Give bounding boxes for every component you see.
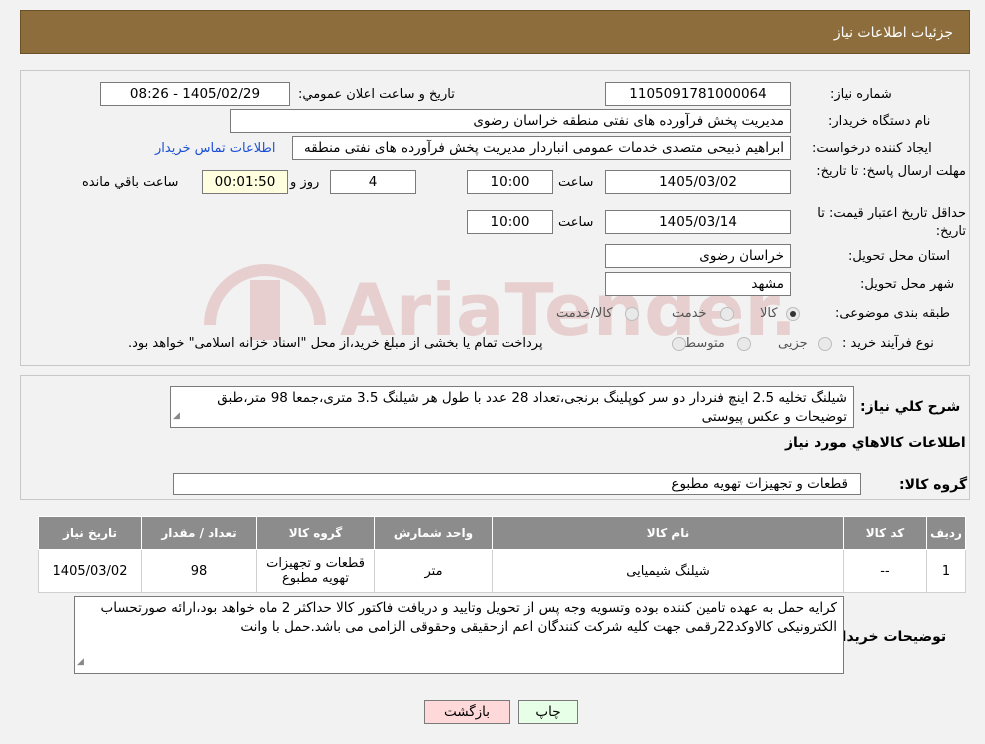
col-row: رديف [926, 516, 966, 550]
description-text: شیلنگ تخلیه 2.5 اینچ فنردار دو سر کوپلین… [217, 390, 847, 425]
group-field: قطعات و تجهیزات تهویه مطبوع [173, 473, 861, 495]
validity-time-label: ساعت [558, 215, 594, 230]
back-button[interactable]: بازگشت [424, 700, 510, 724]
category-option-service: خدمت [672, 306, 707, 321]
process-radio-treasury[interactable] [672, 337, 686, 351]
col-date: تاريخ نياز [38, 516, 142, 550]
cell-group: قطعات و تجهیزات تهویه مطبوع [256, 549, 375, 593]
description-textarea[interactable]: شیلنگ تخلیه 2.5 اینچ فنردار دو سر کوپلین… [170, 386, 854, 428]
process-option-minor: جزیی [778, 336, 808, 351]
category-radio-goods[interactable] [786, 307, 800, 321]
cell-unit: متر [374, 549, 493, 593]
city-field: مشهد [605, 272, 791, 296]
days-label: روز و [290, 175, 320, 190]
deadline-time-label: ساعت [558, 175, 594, 190]
category-option-goods-service: کالا/خدمت [556, 306, 613, 321]
buyer-label: نام دستگاه خريدار: [828, 114, 931, 129]
page-title: جزئیات اطلاعات نیاز [833, 25, 953, 41]
items-table: رديف كد كالا نام كالا واحد شمارش گروه كا… [38, 516, 966, 593]
process-note: پرداخت تمام یا بخشی از مبلغ خرید،از محل … [128, 336, 543, 351]
validity-date-field: 1405/03/14 [605, 210, 791, 234]
creator-label: ايجاد كننده درخواست: [812, 141, 932, 156]
notes-text: کرایه حمل به عهده تامین کننده بوده وتسوی… [100, 600, 837, 635]
creator-field: ابراهیم ذبیحی متصدی خدمات عمومی انباردار… [292, 136, 791, 160]
col-name: نام كالا [492, 516, 844, 550]
cell-date: 1405/03/02 [38, 549, 142, 593]
cell-code: -- [843, 549, 927, 593]
notes-label: توضيحات خريدار: [828, 629, 947, 645]
cell-quantity: 98 [141, 549, 257, 593]
col-group: گروه كالا [256, 516, 375, 550]
deadline-date-field: 1405/03/02 [605, 170, 791, 194]
print-button[interactable]: چاپ [518, 700, 578, 724]
remaining-label: ساعت باقي مانده [82, 175, 179, 190]
need-number-label: شماره نیاز: [830, 87, 892, 102]
category-radio-goods-service[interactable] [625, 307, 639, 321]
city-label: شهر محل تحويل: [860, 277, 955, 292]
col-code: كد كالا [843, 516, 927, 550]
table-row: 1 -- شیلنگ شیمیایی متر قطعات و تجهیزات ت… [38, 549, 966, 593]
validity-time-field: 10:00 [467, 210, 553, 234]
validity-label: حداقل تاريخ اعتبار قيمت: تا تاريخ: [817, 206, 966, 239]
announce-label: تاریخ و ساعت اعلان عمومي: [298, 87, 455, 102]
table-header-row: رديف كد كالا نام كالا واحد شمارش گروه كا… [38, 516, 966, 550]
process-label: نوع فرآیند خرید : [842, 336, 934, 351]
buyer-contact-link[interactable]: اطلاعات تماس خريدار [155, 138, 275, 160]
buyer-field: مدیریت پخش فرآورده های نفتی منطقه خراسان… [230, 109, 791, 133]
process-option-medium: متوسط [684, 336, 725, 351]
page-header: جزئیات اطلاعات نیاز [20, 10, 970, 54]
resize-grip-icon: ◢ [77, 657, 84, 667]
category-radio-service[interactable] [720, 307, 734, 321]
province-field: خراسان رضوی [605, 244, 791, 268]
category-option-goods: کالا [760, 306, 778, 321]
notes-textarea[interactable]: کرایه حمل به عهده تامین کننده بوده وتسوی… [74, 596, 844, 674]
process-radio-medium[interactable] [737, 337, 751, 351]
deadline-time-field: 10:00 [467, 170, 553, 194]
group-label: گروه كالا: [899, 477, 968, 493]
deadline-label: مهلت ارسال پاسخ: تا تاريخ: [816, 164, 966, 179]
col-unit: واحد شمارش [374, 516, 493, 550]
col-quantity: تعداد / مقدار [141, 516, 257, 550]
cell-name: شیلنگ شیمیایی [492, 549, 844, 593]
remaining-time-field: 00:01:50 [202, 170, 288, 194]
province-label: استان محل تحويل: [848, 249, 950, 264]
days-field: 4 [330, 170, 416, 194]
announce-field: 1405/02/29 - 08:26 [100, 82, 290, 106]
category-label: طبقه بندی موضوعی: [835, 306, 951, 321]
cell-row: 1 [926, 549, 966, 593]
items-title: اطلاعات كالاهاي مورد نياز [785, 435, 966, 451]
process-radio-minor[interactable] [818, 337, 832, 351]
description-label: شرح كلي نياز: [860, 399, 961, 415]
need-number-field: 1105091781000064 [605, 82, 791, 106]
resize-grip-icon: ◢ [173, 411, 180, 421]
